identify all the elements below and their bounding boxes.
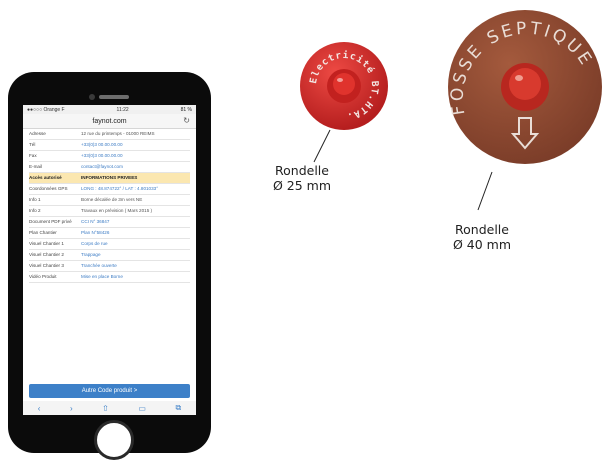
reload-icon[interactable]: ↻ xyxy=(183,116,190,125)
table-row: E-mail contact@faynot.com xyxy=(29,162,190,173)
row-value: INFORMATIONS PRIVEES xyxy=(81,175,138,180)
washer-highlight xyxy=(515,75,523,81)
caption-size: Ø 40 mm xyxy=(452,237,512,252)
row-link[interactable]: +33(0)3 00.00.00.00 xyxy=(81,153,190,159)
info-table: Adresse 12 rue du printemps - 01000 REIMS… xyxy=(23,129,196,283)
address-bar[interactable]: faynot.com ↻ xyxy=(23,114,196,129)
row-value: Travaux en prévision ( Mars 2015 ) xyxy=(81,208,153,213)
row-link[interactable]: Corps de rue xyxy=(81,241,190,247)
table-row: Info 1 Borne décalée de 3m vers NE xyxy=(29,195,190,206)
other-product-code-button[interactable]: Autre Code produit > xyxy=(29,384,190,398)
table-row: Tél +33(0)3 00.00.00.00 xyxy=(29,140,190,151)
row-link[interactable]: CCI N° 36847 xyxy=(81,219,190,225)
row-link[interactable]: +33(0)3 00.00.00.00 xyxy=(81,142,190,148)
row-link[interactable]: Plan N°58426 xyxy=(81,230,190,236)
washer-highlight xyxy=(337,78,343,82)
table-row: Visuel Chantier 3 Tranchée ouverte xyxy=(29,261,190,272)
row-label: Visuel Chantier 3 xyxy=(29,263,64,268)
smartphone-mockup: ●●○○○ Orange F 11:22 81 % faynot.com ↻ A… xyxy=(8,72,211,460)
row-link[interactable]: Mise en place Borne xyxy=(81,274,190,280)
row-label: Vidéo Produit xyxy=(29,274,57,279)
row-link[interactable]: LONG : 48.874722° / LAT : 4.801033° xyxy=(81,186,190,192)
back-icon[interactable]: ‹ xyxy=(38,404,41,413)
table-row: Visuel Chantier 2 Trappage xyxy=(29,250,190,261)
row-link[interactable]: contact@faynot.com xyxy=(81,164,190,170)
washer-cap-top xyxy=(333,73,355,95)
row-label: Visuel Chantier 2 xyxy=(29,252,64,257)
row-label: Adresse xyxy=(29,131,46,136)
browser-toolbar: ‹ › ⇧ ▭ ⧉ xyxy=(23,401,196,415)
carrier-label: ●●○○○ Orange F xyxy=(27,106,65,113)
camera-icon xyxy=(89,94,95,100)
washer-cap-top xyxy=(509,68,541,100)
caption-size: Ø 25 mm xyxy=(272,178,332,193)
url-text: faynot.com xyxy=(92,117,127,125)
table-row: Document PDF privé CCI N° 36847 xyxy=(29,217,190,228)
share-icon[interactable]: ⇧ xyxy=(102,404,109,413)
row-label: Tél xyxy=(29,142,36,147)
caption-title: Rondelle xyxy=(275,163,329,178)
row-value: Borne décalée de 3m vers NE xyxy=(81,197,143,202)
table-row: Vidéo Produit Mise en place Borne xyxy=(29,272,190,283)
pointer-line-large xyxy=(477,171,493,211)
small-washer: Electricité BT.HTA.HTB xyxy=(298,40,388,130)
row-label: E-mail xyxy=(29,164,43,169)
bookmarks-icon[interactable]: ▭ xyxy=(138,404,146,413)
battery-label: 81 % xyxy=(180,106,192,113)
speaker-grille xyxy=(99,95,129,99)
small-washer-caption: Rondelle Ø 25 mm xyxy=(272,163,332,193)
row-label: Accès autorisé xyxy=(29,175,62,180)
caption-title: Rondelle xyxy=(455,222,509,237)
large-washer: FOSSE SEPTIQUE xyxy=(447,10,602,164)
home-button[interactable] xyxy=(94,420,134,460)
forward-icon[interactable]: › xyxy=(70,404,73,413)
row-label: Plan Chantier xyxy=(29,230,57,235)
table-row: Fax +33(0)3 00.00.00.00 xyxy=(29,151,190,162)
row-label: Info 2 xyxy=(29,208,41,213)
row-label: Fax xyxy=(29,153,37,158)
row-label: Visuel Chantier 1 xyxy=(29,241,64,246)
table-row: Plan Chantier Plan N°58426 xyxy=(29,228,190,239)
row-label: Info 1 xyxy=(29,197,41,202)
table-row: Adresse 12 rue du printemps - 01000 REIMS xyxy=(29,129,190,140)
table-row: Coordonnées GPS LONG : 48.874722° / LAT :… xyxy=(29,184,190,195)
row-link[interactable]: Trappage xyxy=(81,252,190,258)
pointer-line-small xyxy=(313,129,331,163)
table-row: Accès autorisé INFORMATIONS PRIVEES xyxy=(29,173,190,184)
phone-screen: ●●○○○ Orange F 11:22 81 % faynot.com ↻ A… xyxy=(23,105,196,415)
table-row: Info 2 Travaux en prévision ( Mars 2015 ) xyxy=(29,206,190,217)
row-label: Document PDF privé xyxy=(29,219,72,224)
row-link[interactable]: Tranchée ouverte xyxy=(81,263,190,269)
row-label: Coordonnées GPS xyxy=(29,186,68,191)
row-value: 12 rue du printemps - 01000 REIMS xyxy=(81,131,155,136)
large-washer-caption: Rondelle Ø 40 mm xyxy=(452,222,512,252)
table-row: Visuel Chantier 1 Corps de rue xyxy=(29,239,190,250)
tabs-icon[interactable]: ⧉ xyxy=(176,403,182,413)
clock-label: 11:22 xyxy=(116,106,129,113)
status-bar: ●●○○○ Orange F 11:22 81 % xyxy=(23,105,196,114)
